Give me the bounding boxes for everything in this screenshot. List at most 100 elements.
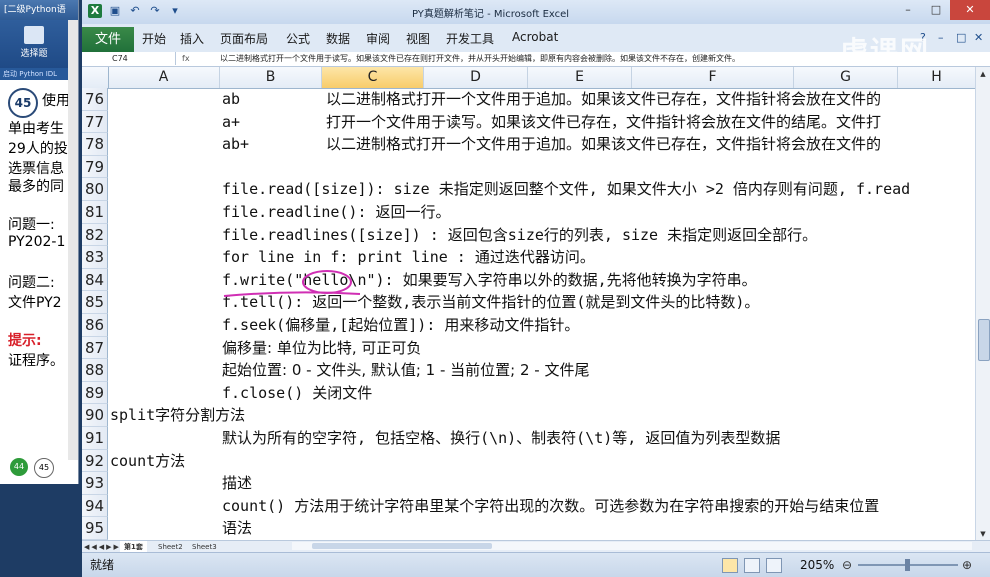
exam-window-scrollbar[interactable]	[68, 20, 78, 460]
row-number[interactable]: 90	[82, 404, 108, 427]
ribbon-minimize-icon[interactable]: –	[938, 31, 944, 44]
row-number[interactable]: 88	[82, 359, 108, 382]
row-number[interactable]: 76	[82, 88, 108, 111]
redo-icon[interactable]: ↷	[148, 4, 162, 18]
sheet-row[interactable]: 81 file.readline(): 返回一行。	[82, 201, 982, 224]
cell-c[interactable]: 以二进制格式打开一个文件用于追加。如果该文件已存在，文件指针将会放在文件的	[326, 88, 881, 111]
cell-b[interactable]: f.tell(): 返回一个整数,表示当前文件指针的位置(就是到文件头的比特数)…	[222, 291, 759, 314]
column-header[interactable]: G	[794, 67, 898, 88]
zoom-level[interactable]: 205%	[800, 553, 834, 577]
tab-insert[interactable]: 插入	[180, 30, 204, 47]
row-number[interactable]: 92	[82, 449, 108, 473]
cell-c[interactable]: 打开一个文件用于读写。如果该文件已存在，文件指针将会放在文件的结尾。文件打	[326, 111, 881, 134]
sheet-grid[interactable]: 76 ab 以二进制格式打开一个文件用于追加。如果该文件已存在，文件指针将会放在文件…	[82, 88, 982, 540]
row-number[interactable]: 78	[82, 133, 108, 156]
zoom-out-icon[interactable]: ⊖	[842, 553, 852, 577]
row-number[interactable]: 81	[82, 201, 108, 224]
sheet-row[interactable]: 84 f.write("hello\n"): 如果要写入字符串以外的数据,先将他转…	[82, 268, 982, 292]
cell-b[interactable]: ab	[222, 88, 240, 111]
zoom-slider-knob[interactable]	[905, 559, 910, 571]
row-number[interactable]: 95	[82, 517, 108, 540]
cell-b[interactable]: 语法	[222, 517, 252, 540]
column-header[interactable]: E	[528, 67, 632, 88]
page-button-prev[interactable]: 44	[10, 458, 28, 476]
row-number[interactable]: 94	[82, 494, 108, 518]
row-number[interactable]: 82	[82, 223, 108, 247]
tab-file[interactable]: 文件	[82, 27, 134, 52]
column-header[interactable]: D	[424, 67, 528, 88]
horizontal-scrollbar[interactable]	[292, 542, 972, 550]
excel-app-icon[interactable]: X	[88, 4, 102, 18]
sheet-row[interactable]: 76 ab 以二进制格式打开一个文件用于追加。如果该文件已存在，文件指针将会放在文件…	[82, 88, 982, 111]
cell-b[interactable]: file.read([size]): size 未指定则返回整个文件, 如果文件…	[222, 178, 910, 201]
column-header[interactable]: H	[898, 67, 976, 88]
cell-b[interactable]: f.seek(偏移量,[起始位置]): 用来移动文件指针。	[222, 314, 579, 337]
scroll-up-icon[interactable]: ▲	[978, 69, 988, 79]
sheet-row[interactable]: 80 file.read([size]): size 未指定则返回整个文件, 如果…	[82, 178, 982, 201]
row-number[interactable]: 80	[82, 178, 108, 201]
cell-c[interactable]: 以二进制格式打开一个文件用于追加。如果该文件已存在，文件指针将会放在文件的	[326, 133, 881, 156]
sheet-row[interactable]: 83 for line in f: print line : 通过迭代器访问。	[82, 246, 982, 269]
tab-view[interactable]: 视图	[406, 30, 430, 47]
maximize-icon[interactable]: □	[922, 0, 950, 20]
sheet-row[interactable]: 78 ab+ 以二进制格式打开一个文件用于追加。如果该文件已存在，文件指针将会放在文…	[82, 133, 982, 156]
select-all-corner[interactable]	[82, 67, 109, 88]
tab-data[interactable]: 数据	[326, 30, 350, 47]
row-number[interactable]: 89	[82, 381, 108, 405]
tab-formulas[interactable]: 公式	[286, 30, 310, 47]
column-header[interactable]: F	[632, 67, 794, 88]
cell-b[interactable]: for line in f: print line : 通过迭代器访问。	[222, 246, 595, 269]
sheet-row[interactable]: 86 f.seek(偏移量,[起始位置]): 用来移动文件指针。	[82, 314, 982, 337]
undo-icon[interactable]: ↶	[128, 4, 142, 18]
cell-b[interactable]: ab+	[222, 133, 249, 156]
tab-review[interactable]: 审阅	[366, 30, 390, 47]
cell-b[interactable]: file.readlines([size]) : 返回包含size行的列表, s…	[222, 224, 817, 247]
formula-input[interactable]: 以二进制格式打开一个文件用于读写。如果该文件已存在则打开文件，并从开头开始编辑，…	[220, 52, 980, 66]
column-header-selected[interactable]: C	[322, 67, 424, 88]
sheet-row[interactable]: 82 file.readlines([size]) : 返回包含size行的列表,…	[82, 223, 982, 247]
sheet-row[interactable]: 89 f.close() 关闭文件	[82, 381, 982, 405]
page-layout-view-icon[interactable]	[744, 558, 760, 573]
scroll-down-icon[interactable]: ▼	[978, 529, 988, 539]
sheet-row[interactable]: 85 f.tell(): 返回一个整数,表示当前文件指针的位置(就是到文件头的比特…	[82, 291, 982, 314]
row-number[interactable]: 86	[82, 314, 108, 337]
cell-b[interactable]: 起始位置: 0 - 文件头, 默认值; 1 - 当前位置; 2 - 文件尾	[222, 359, 589, 382]
select-question-button[interactable]: 选择题	[0, 20, 68, 68]
tab-acrobat[interactable]: Acrobat	[512, 30, 558, 44]
save-icon[interactable]: ▣	[108, 4, 122, 18]
cell-b[interactable]: 默认为所有的空字符, 包括空格、换行(\n)、制表符(\t)等, 返回值为列表型…	[222, 427, 780, 450]
ribbon-restore-icon[interactable]: □	[956, 31, 966, 44]
launch-idle-bar[interactable]: 启动 Python IDL	[0, 68, 71, 80]
name-box[interactable]: C74	[82, 52, 176, 65]
cell-b[interactable]: f.close() 关闭文件	[222, 382, 372, 405]
sheet-row[interactable]: 88 起始位置: 0 - 文件头, 默认值; 1 - 当前位置; 2 - 文件尾	[82, 359, 982, 382]
vertical-scroll-thumb[interactable]	[978, 319, 990, 361]
tab-home[interactable]: 开始	[142, 30, 166, 47]
sheet-row[interactable]: 91 默认为所有的空字符, 包括空格、换行(\n)、制表符(\t)等, 返回值为列…	[82, 427, 982, 450]
fx-icon[interactable]: fx	[182, 52, 212, 66]
cell-b[interactable]: file.readline(): 返回一行。	[222, 201, 451, 224]
customize-toolbar-icon[interactable]: ▾	[168, 4, 182, 18]
close-icon[interactable]: ✕	[950, 0, 990, 20]
cell-b[interactable]: count() 方法用于统计字符串里某个字符出现的次数。可选参数为在字符串搜索的…	[222, 495, 879, 518]
page-button-current[interactable]: 45	[34, 458, 54, 478]
sheet-row[interactable]: 94 count() 方法用于统计字符串里某个字符出现的次数。可选参数为在字符串搜…	[82, 494, 982, 518]
column-header[interactable]: B	[220, 67, 322, 88]
cell-b[interactable]: 偏移量: 单位为比特, 可正可负	[222, 337, 421, 360]
normal-view-icon[interactable]	[722, 558, 738, 573]
row-number[interactable]: 93	[82, 472, 108, 495]
cell-a[interactable]: count方法	[110, 450, 185, 473]
sheet-row[interactable]: 90 split字符分割方法	[82, 404, 982, 427]
page-break-view-icon[interactable]	[766, 558, 782, 573]
sheet-row[interactable]: 87 偏移量: 单位为比特, 可正可负	[82, 336, 982, 360]
cell-b[interactable]: a+	[222, 111, 240, 134]
vertical-scrollbar[interactable]: ▲ ▼	[975, 67, 990, 541]
cell-b[interactable]: 描述	[222, 472, 252, 495]
horizontal-scroll-thumb[interactable]	[312, 543, 492, 549]
row-number[interactable]: 91	[82, 427, 108, 450]
sheet-row[interactable]: 77 a+ 打开一个文件用于读写。如果该文件已存在，文件指针将会放在文件的结尾。文件…	[82, 110, 982, 134]
tab-page-layout[interactable]: 页面布局	[220, 30, 268, 47]
row-number[interactable]: 79	[82, 155, 108, 179]
row-number[interactable]: 77	[82, 110, 108, 134]
minimize-icon[interactable]: –	[894, 0, 922, 20]
